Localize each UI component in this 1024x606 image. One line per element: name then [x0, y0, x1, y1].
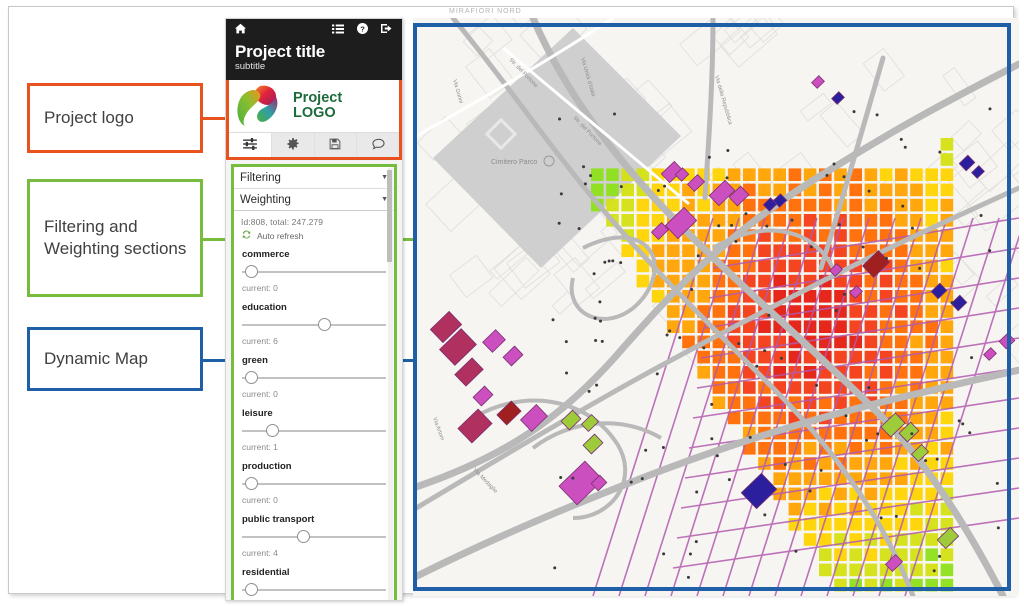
slider-group-public-transport: public transport current: 4	[242, 514, 386, 558]
slider-knob[interactable]	[244, 477, 258, 491]
map-street-label: Cimitero Parco	[491, 159, 537, 166]
screenshot-frame: Project logo Filtering and Weighting sec…	[8, 6, 1019, 601]
brand-logo: Project LOGO	[229, 80, 399, 133]
slider-current-value: current: 1	[242, 442, 278, 453]
slider-label: public transport	[242, 514, 315, 526]
slider-label: commerce	[242, 249, 290, 261]
slider-label: production	[242, 461, 292, 473]
logo-text-line1: Project	[293, 90, 343, 107]
slider-label: residential	[242, 567, 290, 579]
slider-track[interactable]	[242, 371, 386, 385]
slider-current-value: current: 0	[242, 495, 278, 506]
tab-comments[interactable]	[357, 133, 399, 157]
slider-knob[interactable]	[244, 371, 258, 385]
section-header-weighting[interactable]: Weighting ▼	[234, 189, 394, 212]
logo-text-line2: LOGO	[293, 105, 336, 122]
logo-text: Project LOGO	[293, 91, 342, 121]
weight-slider-list: commerce current: 0 education current: 6 gre…	[234, 245, 394, 600]
slider-current-value: current: 6	[242, 336, 278, 347]
help-circle-icon[interactable]: ?	[357, 23, 368, 37]
tab-bar	[229, 132, 399, 158]
tab-save[interactable]	[315, 133, 358, 158]
slider-track[interactable]	[242, 530, 386, 544]
slider-label: leisure	[242, 408, 273, 420]
page-subtitle: subtitle	[235, 60, 266, 72]
logo-mark-icon	[233, 83, 285, 129]
slider-label: green	[242, 355, 268, 367]
section-header-filtering[interactable]: Filtering ▼	[234, 167, 394, 190]
gear-icon	[287, 137, 299, 153]
filtering-weighting-zone: Filtering ▼ Weighting ▼ Id:808, total: 2…	[231, 164, 397, 600]
tab-filters[interactable]	[229, 133, 272, 158]
annotation-dynamic-map: Dynamic Map	[27, 327, 203, 391]
dataset-id-total: Id:808, total: 247.279	[241, 217, 324, 228]
slider-rail	[242, 430, 386, 432]
slider-group-green: green current: 0	[242, 355, 386, 399]
auto-refresh-control[interactable]: Auto refresh	[241, 229, 387, 243]
annotation-filtering-weighting: Filtering and Weighting sections	[27, 179, 203, 297]
slider-label: education	[242, 302, 287, 314]
slider-group-leisure: leisure current: 1	[242, 408, 386, 452]
section-title: Weighting	[240, 193, 291, 206]
logout-icon[interactable]	[381, 23, 393, 37]
map-canvas[interactable]: Str. del PortoneStr. del PortoneVia Unit…	[413, 18, 1019, 596]
slider-current-value: current: 4	[242, 548, 278, 559]
annotation-label: Project logo	[44, 108, 134, 128]
slider-knob[interactable]	[317, 318, 331, 332]
dynamic-map[interactable]: Str. del Portone Str. del Portone Via Unit…	[413, 18, 1019, 596]
tab-settings[interactable]	[272, 133, 315, 158]
list-icon[interactable]	[332, 24, 344, 37]
map-district-label: MIRAFIORI NORD	[449, 8, 522, 15]
annotation-label: Dynamic Map	[44, 349, 148, 369]
slider-track[interactable]	[242, 424, 386, 438]
slider-group-education: education current: 6	[242, 302, 386, 346]
slider-track[interactable]	[242, 318, 386, 332]
slider-rail	[242, 483, 386, 485]
slider-knob[interactable]	[297, 530, 311, 544]
slider-track[interactable]	[242, 583, 386, 597]
panel-scrollbar[interactable]	[387, 168, 393, 600]
slider-current-value: current: 0	[242, 389, 278, 400]
slider-group-residential: residentialcurrent: 0	[242, 567, 386, 600]
slider-group-production: production current: 0	[242, 461, 386, 505]
annotation-label: Filtering and Weighting sections	[44, 217, 187, 258]
svg-text:?: ?	[360, 25, 365, 34]
home-icon[interactable]	[235, 23, 246, 37]
auto-refresh-label: Auto refresh	[257, 231, 304, 242]
slider-group-commerce: commerce current: 0	[242, 249, 386, 293]
slider-track[interactable]	[242, 265, 386, 279]
save-icon	[329, 138, 341, 153]
slider-rail	[242, 536, 386, 538]
sliders-icon	[243, 137, 257, 153]
top-navbar: ?	[226, 19, 402, 41]
slider-knob[interactable]	[265, 424, 279, 438]
app-title-block: Project title subtitle	[226, 41, 402, 81]
chat-icon	[372, 138, 385, 153]
slider-rail	[242, 271, 386, 273]
slider-track[interactable]	[242, 477, 386, 491]
slider-rail	[242, 377, 386, 379]
section-title: Filtering	[240, 171, 281, 184]
page-title: Project title	[235, 42, 325, 61]
annotation-project-logo: Project logo	[27, 83, 203, 153]
control-panel: ? Project title subtitle Project LOGO Fi…	[225, 18, 403, 601]
slider-current-value: current: 0	[242, 283, 278, 294]
slider-knob[interactable]	[244, 583, 258, 597]
slider-knob[interactable]	[244, 265, 258, 279]
refresh-icon	[241, 229, 252, 243]
dataset-meta: Id:808, total: 247.279 Auto refresh	[234, 211, 394, 245]
panel-scrollbar-thumb[interactable]	[387, 170, 392, 263]
logo-zone: Project LOGO	[226, 80, 402, 161]
slider-rail	[242, 589, 386, 591]
slider-rail	[242, 324, 386, 326]
